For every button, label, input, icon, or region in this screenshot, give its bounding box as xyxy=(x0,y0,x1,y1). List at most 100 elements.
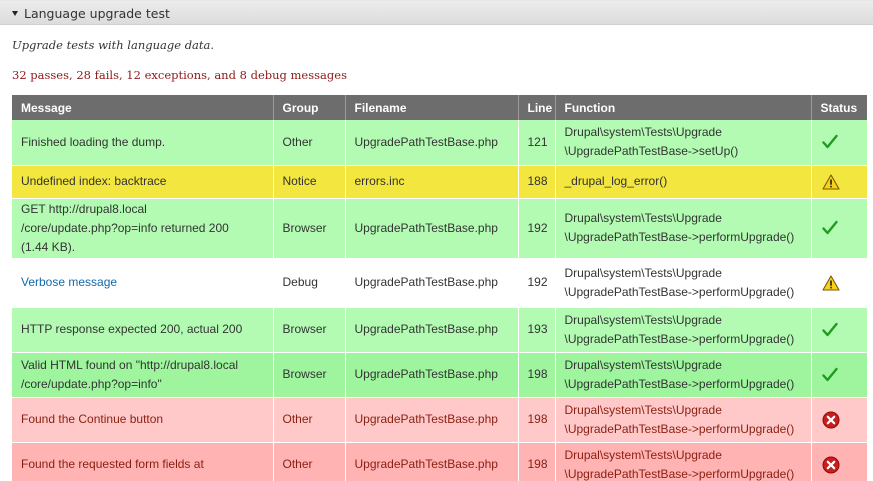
cell-line: 193 xyxy=(518,307,556,353)
check-icon xyxy=(821,322,868,338)
table-row: Finished loading the dump. Other UpgradePa… xyxy=(12,120,868,166)
cell-filename: errors.inc xyxy=(345,165,519,199)
cell-filename: UpgradePathTestBase.php xyxy=(345,258,519,308)
fieldset-title: Language upgrade test xyxy=(24,6,170,21)
error-icon xyxy=(822,411,868,429)
cell-group: Browser xyxy=(273,352,346,398)
table-row: GET http://drupal8.local/core/update.php… xyxy=(12,198,868,259)
function-line: \UpgradePathTestBase->performUpgrade() xyxy=(564,466,795,481)
header-line: Line xyxy=(518,95,556,120)
cell-status xyxy=(811,307,868,353)
cell-group: Other xyxy=(273,442,346,481)
table-header-row: Message Group Filename Line Function Sta… xyxy=(12,95,867,120)
cell-status xyxy=(811,397,868,443)
function-line: \UpgradePathTestBase->performUpgrade() xyxy=(564,376,795,391)
table-row: Valid HTML found on "http://drupal8.loca… xyxy=(12,352,868,398)
header-function: Function xyxy=(555,95,812,120)
cell-message: Valid HTML found on "http://drupal8.loca… xyxy=(12,352,274,398)
cell-group: Other xyxy=(273,397,346,443)
cell-function: Drupal\system\Tests\Upgrade \UpgradePathT… xyxy=(555,442,812,481)
warning-icon xyxy=(821,173,868,190)
function-line: \UpgradePathTestBase->performUpgrade() xyxy=(564,230,795,244)
function-line: Drupal\system\Tests\Upgrade xyxy=(564,125,722,140)
message-line: Undefined index: backtrace xyxy=(21,174,167,188)
cell-filename: UpgradePathTestBase.php xyxy=(345,120,519,166)
check-icon xyxy=(821,220,868,236)
cell-status xyxy=(811,120,868,166)
cell-line: 198 xyxy=(518,352,556,398)
cell-group: Debug xyxy=(273,258,346,308)
cell-message: Undefined index: backtrace xyxy=(12,165,274,199)
cell-function: _drupal_log_error() xyxy=(555,165,812,199)
cell-function: Drupal\system\Tests\Upgrade \UpgradePathT… xyxy=(555,307,812,353)
cell-message: Found the Continue button xyxy=(12,397,274,443)
check-icon xyxy=(821,134,868,150)
message-line: Finished loading the dump. xyxy=(21,134,166,149)
cell-message: HTTP response expected 200, actual 200 xyxy=(12,307,274,353)
fieldset-toggle[interactable]: Language upgrade test xyxy=(12,5,170,22)
function-line: Drupal\system\Tests\Upgrade xyxy=(564,447,722,462)
message-line: Valid HTML found on "http://drupal8.loca… xyxy=(21,357,239,372)
fieldset-legend-bar: Language upgrade test xyxy=(0,0,873,25)
function-line: \UpgradePathTestBase->performUpgrade() xyxy=(564,284,795,299)
cell-group: Browser xyxy=(273,198,346,259)
cell-function: Drupal\system\Tests\Upgrade \UpgradePathT… xyxy=(555,198,812,259)
cell-line: 198 xyxy=(518,397,556,443)
cell-message: Finished loading the dump. xyxy=(12,120,274,166)
verbose-message-link[interactable]: Verbose message xyxy=(21,275,117,289)
table-row: Found the requested form fields at Other U… xyxy=(12,442,867,481)
cell-line: 188 xyxy=(518,165,556,199)
collapse-arrow-icon xyxy=(12,11,18,16)
cell-message: Found the requested form fields at xyxy=(12,442,274,481)
function-line: Drupal\system\Tests\Upgrade xyxy=(564,402,722,417)
header-group: Group xyxy=(273,95,346,120)
table-row: Verbose message Debug UpgradePathTestBase.… xyxy=(12,258,868,308)
cell-status xyxy=(811,165,868,199)
fieldset-description: Upgrade tests with language data. xyxy=(12,38,215,52)
message-line: Found the requested form fields at xyxy=(21,457,204,471)
message-line: GET http://drupal8.local xyxy=(21,201,147,216)
function-line: \UpgradePathTestBase->performUpgrade() xyxy=(564,421,795,436)
cell-status xyxy=(811,352,868,398)
header-status: Status xyxy=(811,95,867,120)
cell-filename: UpgradePathTestBase.php xyxy=(345,352,519,398)
cell-group: Browser xyxy=(273,307,346,353)
results-table: Message Group Filename Line Function Sta… xyxy=(12,95,867,481)
warning-icon xyxy=(821,274,868,291)
message-line: /core/update.php?op=info returned 200 xyxy=(21,220,229,235)
function-line: \UpgradePathTestBase->setUp() xyxy=(564,144,739,159)
cell-group: Notice xyxy=(273,165,346,199)
cell-filename: UpgradePathTestBase.php xyxy=(345,307,519,353)
cell-message: Verbose message xyxy=(12,258,274,308)
table-row: Found the Continue button Other UpgradePat… xyxy=(12,397,868,443)
function-line: Drupal\system\Tests\Upgrade xyxy=(564,357,722,372)
header-message: Message xyxy=(12,95,274,120)
cell-line: 121 xyxy=(518,120,556,166)
cell-function: Drupal\system\Tests\Upgrade \UpgradePathT… xyxy=(555,352,812,398)
cell-filename: UpgradePathTestBase.php xyxy=(345,198,519,259)
cell-status xyxy=(811,258,868,308)
function-line: Drupal\system\Tests\Upgrade xyxy=(564,265,722,280)
cell-message: GET http://drupal8.local/core/update.php… xyxy=(12,198,274,259)
table-row: HTTP response expected 200, actual 200 Br… xyxy=(12,307,868,353)
cell-status xyxy=(811,198,868,259)
cell-group: Other xyxy=(273,120,346,166)
message-line: /core/update.php?op=info" xyxy=(21,376,162,391)
check-icon xyxy=(821,367,868,383)
function-line: _drupal_log_error() xyxy=(564,174,668,188)
results-summary: 32 passes, 28 fails, 12 exceptions, and … xyxy=(12,68,347,82)
message-line: (1.44 KB). xyxy=(21,239,76,254)
message-line: HTTP response expected 200, actual 200 xyxy=(21,322,243,336)
cell-line: 192 xyxy=(518,198,556,259)
function-line: Drupal\system\Tests\Upgrade xyxy=(564,312,722,327)
header-filename: Filename xyxy=(345,95,519,120)
cell-function: Drupal\system\Tests\Upgrade \UpgradePathT… xyxy=(555,258,812,308)
cell-status xyxy=(811,442,867,481)
function-line: \UpgradePathTestBase->performUpgrade() xyxy=(564,331,795,346)
error-icon xyxy=(822,456,868,474)
cell-function: Drupal\system\Tests\Upgrade \UpgradePathT… xyxy=(555,397,812,443)
message-line: Found the Continue button xyxy=(21,412,164,426)
table-row: Undefined index: backtrace Notice errors.i… xyxy=(12,165,868,199)
cell-function: Drupal\system\Tests\Upgrade \UpgradePathT… xyxy=(555,120,812,166)
function-line: Drupal\system\Tests\Upgrade xyxy=(564,211,722,225)
